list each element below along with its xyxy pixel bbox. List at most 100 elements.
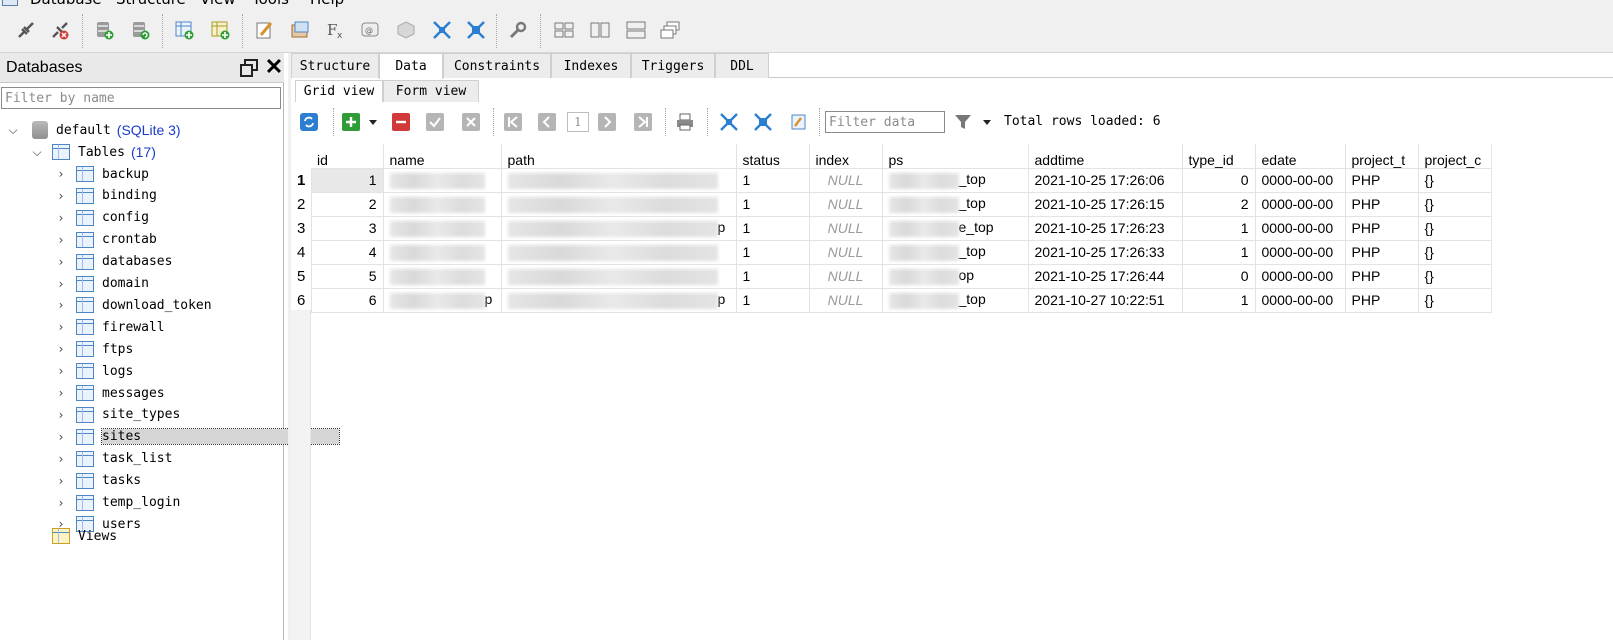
tile-icon[interactable] [552, 18, 576, 42]
filter-data-input[interactable] [825, 111, 945, 133]
cell-id[interactable]: 1 [310, 167, 384, 193]
cell-edate[interactable]: 0000-00-00 [1254, 167, 1346, 193]
column-header[interactable]: path [501, 144, 737, 168]
tree-table-item[interactable]: › site_types [54, 404, 180, 426]
cell-ps[interactable]: e_top [881, 215, 1029, 241]
cell-addtime[interactable]: 2021-10-27 10:22:51 [1027, 287, 1183, 313]
table-row[interactable]: 4 4 1 NULL _top 2021-10-25 17:26:33 1 0000-00-0… [291, 239, 1492, 265]
cell-project-t[interactable]: PHP [1344, 215, 1419, 241]
table-row[interactable]: 5 5 1 NULL op 2021-10-25 17:26:44 0 0000-00-00 P… [291, 263, 1492, 289]
chevron-right-icon[interactable]: › [54, 342, 68, 356]
chevron-right-icon[interactable]: › [54, 167, 68, 181]
commit-icon[interactable] [425, 112, 445, 132]
first-page-icon[interactable] [503, 112, 523, 132]
column-header[interactable]: status [736, 144, 810, 168]
column-header[interactable]: ps [882, 144, 1029, 168]
cell-edate[interactable]: 0000-00-00 [1254, 287, 1346, 313]
tree-table-item[interactable]: › logs [54, 360, 133, 382]
tab-structure[interactable]: Structure [291, 53, 379, 78]
tree-table-item[interactable]: › backup [54, 163, 149, 185]
cell-id[interactable]: 6 [310, 287, 384, 313]
cell-addtime[interactable]: 2021-10-25 17:26:44 [1027, 263, 1183, 289]
tab-ddl[interactable]: DDL [715, 53, 769, 78]
cell-ps[interactable]: op [881, 263, 1029, 289]
tree-table-item[interactable]: › temp_login [54, 492, 180, 514]
chevron-right-icon[interactable]: › [54, 364, 68, 378]
cell-addtime[interactable]: 2021-10-25 17:26:15 [1027, 191, 1183, 217]
cell-project-t[interactable]: PHP [1344, 191, 1419, 217]
cell-project-c[interactable]: {} [1417, 287, 1492, 313]
cell-name[interactable] [382, 263, 502, 289]
cell-name[interactable] [382, 215, 502, 241]
tab-data[interactable]: Data [379, 53, 443, 79]
chevron-down-icon[interactable] [981, 112, 993, 132]
new-index-icon[interactable] [208, 18, 232, 42]
cell-status[interactable]: 1 [735, 191, 810, 217]
last-page-icon[interactable] [633, 112, 653, 132]
tab-form-view[interactable]: Form view [383, 80, 479, 102]
cell-project-t[interactable]: PHP [1344, 239, 1419, 265]
chevron-right-icon[interactable]: › [54, 189, 68, 203]
chevron-right-icon[interactable]: › [54, 211, 68, 225]
row-number[interactable]: 2 [291, 192, 312, 216]
cell-project-c[interactable]: {} [1417, 239, 1492, 265]
row-number[interactable]: 4 [291, 240, 312, 264]
undock-icon[interactable] [240, 59, 258, 77]
chevron-right-icon[interactable]: › [54, 474, 68, 488]
cell-id[interactable]: 3 [310, 215, 384, 241]
chevron-right-icon[interactable]: › [54, 298, 68, 312]
filter-icon[interactable] [953, 112, 973, 132]
cell-id[interactable]: 4 [310, 239, 384, 265]
column-header[interactable]: edate [1255, 144, 1346, 168]
cell-project-c[interactable]: {} [1417, 215, 1492, 241]
cell-index[interactable]: NULL [808, 287, 883, 313]
cell-addtime[interactable]: 2021-10-25 17:26:23 [1027, 215, 1183, 241]
tree-table-item[interactable]: › ftps [54, 338, 133, 360]
tab-indexes[interactable]: Indexes [551, 53, 631, 78]
cell-project-t[interactable]: PHP [1344, 263, 1419, 289]
column-header[interactable]: project_c [1418, 144, 1492, 168]
function-icon[interactable]: Fx [324, 18, 348, 42]
cell-ps[interactable]: _top [881, 167, 1029, 193]
tab-grid-view[interactable]: Grid view [295, 80, 383, 102]
chevron-down-icon[interactable]: ⌵ [30, 145, 44, 160]
tree-table-item[interactable]: › task_list [54, 448, 172, 470]
refresh-database-icon[interactable] [128, 18, 152, 42]
new-table-icon[interactable] [172, 18, 196, 42]
cell-index[interactable]: NULL [808, 239, 883, 265]
cell-status[interactable]: 1 [735, 287, 810, 313]
wrench-icon[interactable] [506, 18, 530, 42]
cell-edate[interactable]: 0000-00-00 [1254, 215, 1346, 241]
cell-type-id[interactable]: 1 [1181, 215, 1256, 241]
tree-table-item[interactable]: › crontab [54, 229, 157, 251]
menu-database[interactable]: Database [30, 0, 102, 8]
connect-icon[interactable] [14, 18, 38, 42]
insert-row-icon[interactable] [341, 112, 361, 132]
cell-project-c[interactable]: {} [1417, 167, 1492, 193]
chevron-right-icon[interactable]: › [54, 233, 68, 247]
cell-type-id[interactable]: 2 [1181, 191, 1256, 217]
delete-row-icon[interactable] [391, 112, 411, 132]
cell-type-id[interactable]: 0 [1181, 167, 1256, 193]
cell-status[interactable]: 1 [735, 239, 810, 265]
tree-database-default[interactable]: ⌵ default (SQLite 3) [6, 119, 181, 141]
cell-project-t[interactable]: PHP [1344, 167, 1419, 193]
chevron-right-icon[interactable]: › [54, 320, 68, 334]
column-header[interactable]: id [311, 144, 384, 168]
previous-page-icon[interactable] [537, 112, 557, 132]
export-icon[interactable] [789, 112, 809, 132]
collapse-icon[interactable] [430, 18, 454, 42]
chevron-right-icon[interactable]: › [54, 430, 68, 444]
expand-icon[interactable] [753, 112, 773, 132]
menu-structure[interactable]: Structure [116, 0, 186, 8]
row-number[interactable]: 3 [291, 216, 312, 240]
cell-ps[interactable]: _top [881, 191, 1029, 217]
tree-table-item[interactable]: › tasks [54, 470, 141, 492]
tree-views-node[interactable]: Views [52, 525, 117, 547]
add-database-icon[interactable] [92, 18, 116, 42]
split-horizontal-icon[interactable] [624, 18, 648, 42]
column-header[interactable]: addtime [1028, 144, 1183, 168]
tree-table-item[interactable]: › binding [54, 185, 157, 207]
cell-name[interactable] [382, 239, 502, 265]
chevron-right-icon[interactable]: › [54, 277, 68, 291]
